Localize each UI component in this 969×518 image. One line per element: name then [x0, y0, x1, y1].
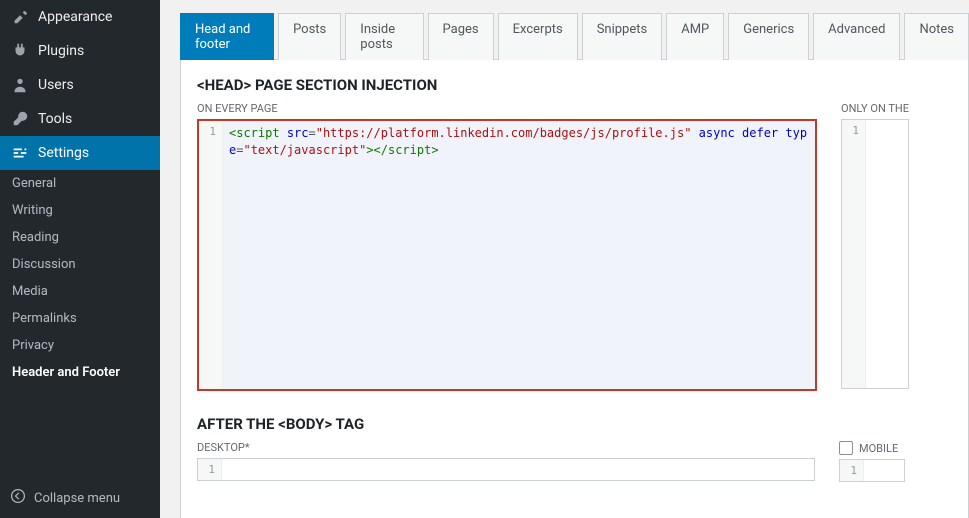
mobile-checkbox[interactable]: [839, 441, 853, 455]
tab-head-and-footer[interactable]: Head and footer: [180, 13, 274, 60]
code-editor-body-mobile[interactable]: 1: [839, 459, 905, 482]
sidebar-item-settings[interactable]: Settings: [0, 136, 160, 170]
collapse-icon: [10, 488, 26, 508]
sidebar-sub-writing[interactable]: Writing: [0, 197, 160, 224]
code-content[interactable]: [864, 460, 904, 474]
tab-generics[interactable]: Generics: [728, 13, 809, 60]
tab-advanced[interactable]: Advanced: [813, 13, 900, 60]
gutter-line-number: 1: [842, 120, 866, 388]
gutter-line-number: 1: [198, 459, 222, 480]
tab-excerpts[interactable]: Excerpts: [498, 13, 578, 60]
sidebar-item-label: Tools: [38, 111, 72, 127]
sidebar-item-label: Settings: [38, 145, 89, 161]
gutter-line-number: 1: [199, 121, 223, 389]
tab-posts[interactable]: Posts: [278, 13, 341, 60]
plug-icon: [10, 42, 30, 60]
sidebar-item-users[interactable]: Users: [0, 68, 160, 102]
code-editor-head-every-page[interactable]: 1 <script src="https://platform.linkedin…: [197, 119, 817, 391]
sidebar-item-label: Plugins: [38, 43, 84, 59]
sidebar-item-plugins[interactable]: Plugins: [0, 34, 160, 68]
sidebar-item-label: Users: [38, 77, 74, 93]
label-on-every-page: ON EVERY PAGE: [197, 102, 817, 115]
code-editor-head-only-on[interactable]: 1: [841, 119, 909, 389]
tab-notes[interactable]: Notes: [904, 13, 969, 60]
sidebar-sub-general[interactable]: General: [0, 170, 160, 197]
sidebar-sub-discussion[interactable]: Discussion: [0, 251, 160, 278]
main-content: Head and footer Posts Inside posts Pages…: [160, 0, 969, 518]
tab-snippets[interactable]: Snippets: [582, 13, 663, 60]
sidebar-sub-header-footer[interactable]: Header and Footer: [0, 359, 160, 386]
sidebar-item-appearance[interactable]: Appearance: [0, 0, 160, 34]
section-head-title: <HEAD> PAGE SECTION INJECTION: [197, 76, 968, 94]
tab-pages[interactable]: Pages: [428, 13, 494, 60]
sidebar-sub-reading[interactable]: Reading: [0, 224, 160, 251]
sidebar-sub-media[interactable]: Media: [0, 278, 160, 305]
tab-amp[interactable]: AMP: [666, 13, 724, 60]
label-desktop: DESKTOP*: [197, 441, 815, 454]
sidebar-item-tools[interactable]: Tools: [0, 102, 160, 136]
user-icon: [10, 76, 30, 94]
sidebar-sub-privacy[interactable]: Privacy: [0, 332, 160, 359]
tab-inside-posts[interactable]: Inside posts: [345, 13, 423, 60]
code-content[interactable]: [866, 120, 906, 388]
wrench-icon: [10, 110, 30, 128]
label-only-on-the: ONLY ON THE: [841, 102, 909, 115]
code-content[interactable]: <script src="https://platform.linkedin.c…: [223, 121, 815, 389]
sidebar-sub-permalinks[interactable]: Permalinks: [0, 305, 160, 332]
tab-content: <HEAD> PAGE SECTION INJECTION ON EVERY P…: [180, 60, 969, 518]
section-body-title: AFTER THE <BODY> TAG: [197, 415, 968, 433]
sliders-icon: [10, 144, 30, 162]
sidebar-item-label: Appearance: [38, 9, 112, 25]
gutter-line-number: 1: [840, 460, 864, 481]
label-mobile: MOBILE: [859, 442, 898, 455]
collapse-label: Collapse menu: [34, 491, 120, 506]
code-editor-body-desktop[interactable]: 1: [197, 458, 815, 481]
brush-icon: [10, 8, 30, 26]
collapse-menu-button[interactable]: Collapse menu: [0, 478, 160, 518]
code-content[interactable]: [222, 459, 814, 473]
admin-sidebar: Appearance Plugins Users Tools Settings …: [0, 0, 160, 518]
tab-bar: Head and footer Posts Inside posts Pages…: [180, 12, 969, 60]
